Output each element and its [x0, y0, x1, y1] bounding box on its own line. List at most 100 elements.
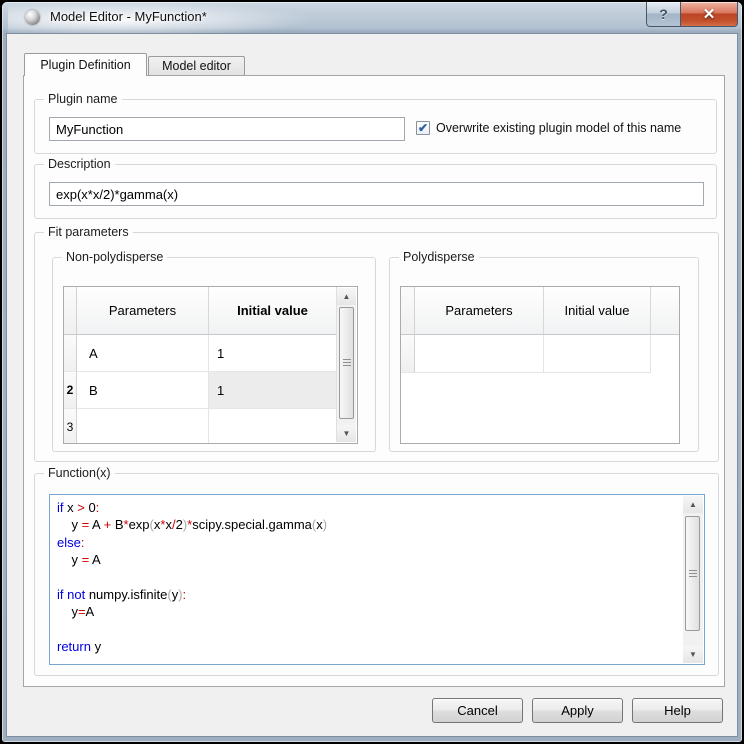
code-token: A	[86, 604, 95, 619]
corner-header-cell[interactable]	[401, 287, 415, 335]
code-token: :	[183, 587, 187, 602]
initial-value-cell[interactable]	[209, 409, 337, 444]
table-header-row: Parameters Initial value	[64, 287, 357, 335]
titlebar[interactable]: Model Editor - MyFunction* ? ✕ Plugin De…	[2, 2, 742, 742]
code-token: y	[57, 604, 78, 619]
parameter-cell[interactable]	[415, 335, 544, 373]
code-token: numpy.isfinite	[85, 587, 167, 602]
code-token: return	[57, 639, 91, 654]
editor-vertical-scrollbar[interactable]: ▲ ▼	[683, 496, 703, 663]
scrollbar-down-button[interactable]: ▼	[683, 646, 703, 663]
code-line: y = A	[57, 551, 680, 568]
table-row: A1	[64, 335, 357, 372]
code-line: if x > 0:	[57, 499, 680, 516]
code-token: exp	[129, 517, 150, 532]
column-header-parameters[interactable]: Parameters	[415, 287, 544, 335]
table-header-row: Parameters Initial value	[401, 287, 679, 335]
description-group-label: Description	[44, 157, 115, 171]
tab-model-editor[interactable]: Model editor	[148, 56, 245, 76]
close-button[interactable]: ✕	[681, 2, 738, 27]
code-token: not	[67, 587, 85, 602]
code-token: B	[111, 517, 123, 532]
initial-value-cell[interactable]: 1	[209, 372, 337, 409]
polydisperse-group: Polydisperse Parameters Initial value	[389, 257, 699, 452]
parameter-cell[interactable]: B	[77, 372, 209, 409]
scrollbar-down-button[interactable]: ▼	[337, 425, 356, 442]
table-row: 3	[64, 409, 357, 444]
code-token: A	[89, 552, 101, 567]
non-polydisperse-group: Non-polydisperse Parameters Initial valu…	[52, 257, 376, 452]
code-line: y = A + B*exp(x*x/2)*scipy.special.gamma…	[57, 516, 680, 533]
row-header-cell[interactable]	[64, 335, 77, 372]
code-line	[57, 621, 680, 638]
app-icon	[25, 10, 40, 25]
non-polydisperse-table: Parameters Initial value A12B13 ▲ ▼	[63, 286, 358, 444]
function-code-editor[interactable]: if x > 0: y = A + B*exp(x*x/2)*scipy.spe…	[49, 494, 705, 665]
description-group: Description	[34, 164, 717, 219]
column-header-initial-value[interactable]: Initial value	[544, 287, 651, 335]
code-line: if not numpy.isfinite(y):	[57, 586, 680, 603]
tab-plugin-definition[interactable]: Plugin Definition	[24, 53, 147, 76]
scrollbar-grip-icon	[343, 359, 351, 367]
description-input[interactable]	[49, 182, 704, 206]
code-token: else	[57, 535, 81, 550]
parameter-cell[interactable]	[77, 409, 209, 444]
cancel-button[interactable]: Cancel	[432, 698, 523, 723]
function-group-label: Function(x)	[44, 466, 115, 480]
parameter-cell[interactable]: A	[77, 335, 209, 372]
table-row: 2B1	[64, 372, 357, 409]
column-header-initial-value[interactable]: Initial value	[209, 287, 337, 335]
code-line: else:	[57, 534, 680, 551]
checkbox-check-icon: ✔	[418, 122, 428, 134]
np-vertical-scrollbar[interactable]: ▲ ▼	[336, 288, 356, 442]
button-label: Help	[664, 703, 691, 718]
button-label: Apply	[561, 703, 594, 718]
code-token: 2	[176, 517, 183, 532]
fit-parameters-group: Fit parameters Non-polydisperse Paramete…	[34, 232, 719, 462]
code-token: y	[57, 552, 82, 567]
tab-label: Plugin Definition	[40, 58, 130, 72]
polydisperse-group-label: Polydisperse	[399, 250, 479, 264]
table-body	[401, 335, 679, 373]
caption-buttons: ? ✕	[646, 2, 738, 27]
fit-parameters-group-label: Fit parameters	[44, 225, 133, 239]
code-token: 0	[85, 500, 96, 515]
polydisperse-table: Parameters Initial value	[400, 286, 680, 444]
plugin-definition-tab-page: Plugin name ✔ Overwrite existing plugin …	[23, 75, 725, 687]
code-token: :	[81, 535, 85, 550]
dialog-body: Plugin Definition Model editor Plugin na…	[7, 34, 737, 736]
plugin-name-input[interactable]	[49, 117, 405, 141]
row-header-cell[interactable]: 2	[64, 372, 77, 409]
tab-label: Model editor	[162, 59, 231, 73]
table-body: A12B13	[64, 335, 357, 444]
column-header-parameters[interactable]: Parameters	[77, 287, 209, 335]
model-editor-window: Model Editor - MyFunction* ? ✕ Plugin De…	[0, 0, 744, 744]
scrollbar-up-button[interactable]: ▲	[683, 496, 703, 513]
code-token: =	[78, 604, 86, 619]
apply-button[interactable]: Apply	[532, 698, 623, 723]
corner-header-cell[interactable]	[64, 287, 77, 335]
row-header-cell[interactable]	[401, 335, 415, 373]
help-button[interactable]: Help	[632, 698, 723, 723]
code-line: return y	[57, 638, 680, 655]
code-line: y=A	[57, 603, 680, 620]
overwrite-checkbox[interactable]: ✔	[416, 121, 430, 135]
titlebar-help-button[interactable]: ?	[646, 2, 681, 27]
initial-value-cell[interactable]	[544, 335, 651, 373]
non-polydisperse-group-label: Non-polydisperse	[62, 250, 167, 264]
initial-value-cell[interactable]: 1	[209, 335, 337, 372]
scrollbar-thumb[interactable]	[685, 516, 700, 631]
code-token: :	[96, 500, 100, 515]
close-icon: ✕	[703, 5, 716, 23]
code-token: )	[323, 517, 327, 532]
help-icon: ?	[659, 6, 668, 22]
overwrite-checkbox-label[interactable]: Overwrite existing plugin model of this …	[436, 121, 681, 135]
scrollbar-grip-icon	[689, 570, 697, 578]
code-area[interactable]: if x > 0: y = A + B*exp(x*x/2)*scipy.spe…	[57, 499, 680, 662]
window-title: Model Editor - MyFunction*	[50, 9, 207, 24]
function-group: Function(x) if x > 0: y = A + B*exp(x*x/…	[34, 473, 719, 676]
scrollbar-thumb[interactable]	[339, 307, 354, 419]
row-header-cell[interactable]: 3	[64, 409, 77, 444]
scrollbar-up-button[interactable]: ▲	[337, 288, 356, 305]
scroll-down-icon: ▼	[689, 650, 697, 659]
